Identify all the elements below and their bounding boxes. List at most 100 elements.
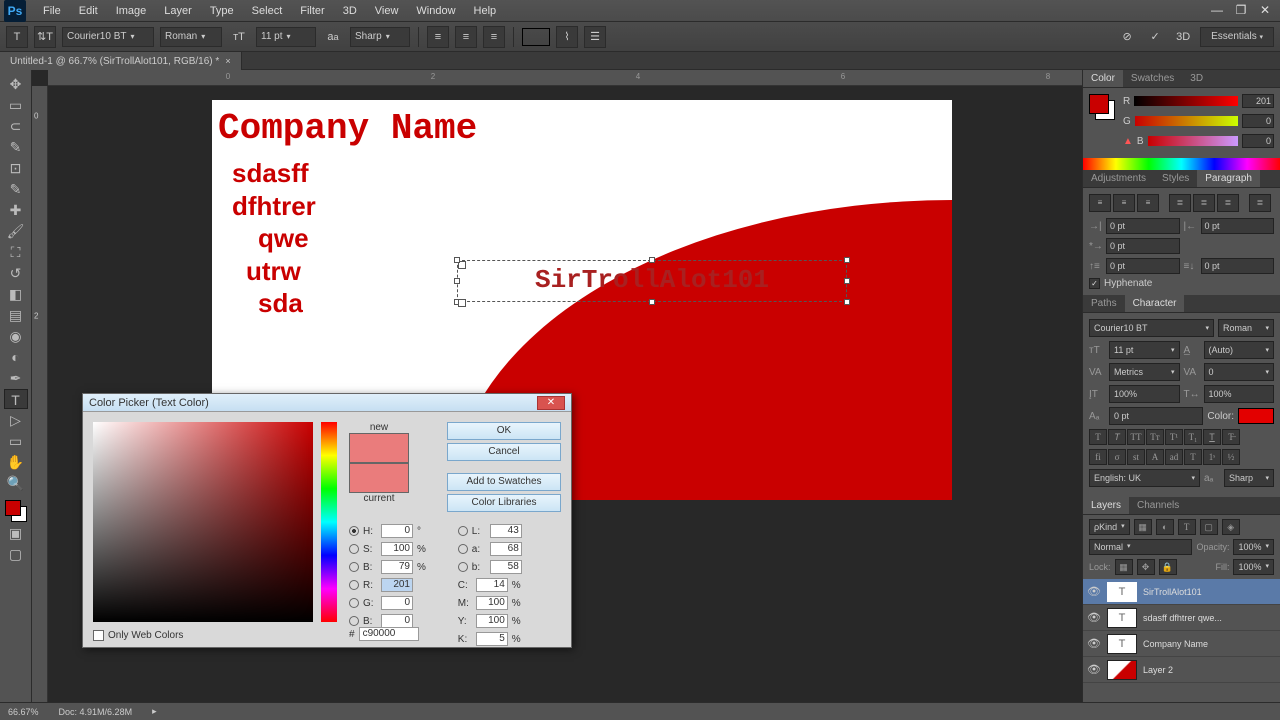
color-libraries-button[interactable]: Color Libraries <box>447 494 561 512</box>
hex-field[interactable]: c90000 <box>359 627 419 641</box>
c-field[interactable]: 14 <box>476 578 508 592</box>
text-color-swatch[interactable] <box>522 28 550 46</box>
menu-help[interactable]: Help <box>465 0 506 22</box>
faux-bold-btn[interactable]: T <box>1089 429 1107 445</box>
filter-type-icon[interactable]: T <box>1178 519 1196 535</box>
align-center-button[interactable]: ≡ <box>455 26 477 48</box>
quick-select-tool[interactable]: ✎ <box>4 137 28 157</box>
s-radio[interactable] <box>349 544 359 554</box>
char-tracking-select[interactable]: 0▾ <box>1204 363 1275 381</box>
char-vscale-field[interactable]: 100% <box>1109 385 1180 403</box>
quick-mask-button[interactable]: ▣ <box>4 523 28 543</box>
paths-tab[interactable]: Paths <box>1083 295 1125 312</box>
pen-tool[interactable]: ✒ <box>4 368 28 388</box>
subscript-btn[interactable]: T₁ <box>1184 429 1202 445</box>
text-bounding-box[interactable]: SirTrollAlot101 <box>457 260 847 302</box>
g-field[interactable]: 0 <box>381 596 413 610</box>
font-style-select[interactable]: Roman▾ <box>160 27 222 47</box>
channels-tab[interactable]: Channels <box>1129 497 1187 514</box>
ot-half-btn[interactable]: ½ <box>1222 449 1240 465</box>
paragraph-tab[interactable]: Paragraph <box>1197 170 1260 187</box>
layers-tab[interactable]: Layers <box>1083 497 1129 514</box>
y-field[interactable]: 100 <box>476 614 508 628</box>
shape-tool[interactable]: ▭ <box>4 431 28 451</box>
layer-row-sirtrollalot[interactable]: 👁 T SirTrollAlot101 <box>1083 579 1280 605</box>
menu-file[interactable]: File <box>34 0 70 22</box>
3d-tab[interactable]: 3D <box>1182 70 1211 87</box>
s-field[interactable]: 100 <box>381 542 413 556</box>
g-slider[interactable] <box>1135 116 1238 126</box>
indent-right-field[interactable]: 0 pt <box>1201 218 1275 234</box>
eraser-tool[interactable]: ◧ <box>4 284 28 304</box>
space-after-field[interactable]: 0 pt <box>1201 258 1275 274</box>
b-value[interactable]: 0 <box>1242 134 1274 148</box>
h-radio[interactable] <box>349 526 359 536</box>
blend-mode-select[interactable]: Normal▾ <box>1089 539 1192 555</box>
char-size-select[interactable]: 11 pt▾ <box>1109 341 1180 359</box>
menu-select[interactable]: Select <box>243 0 292 22</box>
spectrum-bar[interactable] <box>1083 158 1280 170</box>
ok-button[interactable]: OK <box>447 422 561 440</box>
faux-italic-btn[interactable]: T <box>1108 429 1126 445</box>
para-align-left[interactable]: ≡ <box>1089 194 1111 212</box>
para-align-right[interactable]: ≡ <box>1137 194 1159 212</box>
para-justify-center[interactable]: ≣ <box>1193 194 1215 212</box>
m-field[interactable]: 100 <box>476 596 508 610</box>
char-kerning-select[interactable]: Metrics▾ <box>1109 363 1180 381</box>
b-slider[interactable] <box>1148 136 1238 146</box>
font-family-select[interactable]: Courier10 BT▾ <box>62 27 154 47</box>
para-justify-left[interactable]: ≣ <box>1169 194 1191 212</box>
layer-row-layer2[interactable]: 👁 Layer 2 <box>1083 657 1280 683</box>
font-size-select[interactable]: 11 pt▾ <box>256 27 316 47</box>
align-right-button[interactable]: ≡ <box>483 26 505 48</box>
char-font-select[interactable]: Courier10 BT▾ <box>1089 319 1214 337</box>
r-slider[interactable] <box>1134 96 1238 106</box>
indent-left-field[interactable]: 0 pt <box>1106 218 1180 234</box>
dialog-title-bar[interactable]: Color Picker (Text Color) ✕ <box>83 394 571 412</box>
cancel-edits-icon[interactable]: ⊘ <box>1116 26 1138 48</box>
menu-edit[interactable]: Edit <box>70 0 107 22</box>
visibility-icon[interactable]: 👁 <box>1087 611 1101 624</box>
indent-first-field[interactable]: 0 pt <box>1106 238 1180 254</box>
g-radio[interactable] <box>349 598 359 608</box>
window-restore-button[interactable]: ❐ <box>1230 2 1252 20</box>
layer-row-body[interactable]: 👁 T sdasff dfhtrer qwe... <box>1083 605 1280 631</box>
3d-icon[interactable]: 3D <box>1172 26 1194 48</box>
close-tab-icon[interactable]: × <box>225 56 230 66</box>
r-radio[interactable] <box>349 580 359 590</box>
g-value[interactable]: 0 <box>1242 114 1274 128</box>
healing-tool[interactable]: ✚ <box>4 200 28 220</box>
ot-titling-btn[interactable]: T <box>1184 449 1202 465</box>
all-caps-btn[interactable]: TT <box>1127 429 1145 445</box>
char-leading-select[interactable]: (Auto)▾ <box>1204 341 1275 359</box>
ot-ord-btn[interactable]: A <box>1146 449 1164 465</box>
small-caps-btn[interactable]: Tᴛ <box>1146 429 1164 445</box>
b2-radio[interactable] <box>458 562 468 572</box>
panel-fg-bg-swatch[interactable] <box>1089 94 1115 120</box>
color-field[interactable] <box>93 422 313 622</box>
fill-select[interactable]: 100%▾ <box>1233 559 1274 575</box>
filter-adj-icon[interactable]: ◐ <box>1156 519 1174 535</box>
menu-layer[interactable]: Layer <box>155 0 201 22</box>
ot-1st-btn[interactable]: 1ˢ <box>1203 449 1221 465</box>
char-panel-button[interactable]: ☰ <box>584 26 606 48</box>
menu-type[interactable]: Type <box>201 0 243 22</box>
lock-all-icon[interactable]: 🔒 <box>1159 559 1177 575</box>
char-hscale-field[interactable]: 100% <box>1204 385 1275 403</box>
warp-text-button[interactable]: ⌇ <box>556 26 578 48</box>
h-field[interactable]: 0 <box>381 524 413 538</box>
eyedropper-tool[interactable]: ✎ <box>4 179 28 199</box>
screen-mode-button[interactable]: ▢ <box>4 544 28 564</box>
r-field[interactable]: 201 <box>381 578 413 592</box>
stamp-tool[interactable]: ⛶ <box>4 242 28 262</box>
l-field[interactable]: 43 <box>490 524 522 538</box>
a-field[interactable]: 68 <box>490 542 522 556</box>
strikethrough-btn[interactable]: T̶ <box>1222 429 1240 445</box>
color-picker-dialog[interactable]: Color Picker (Text Color) ✕ new current … <box>82 393 572 648</box>
para-justify-all[interactable]: ≣ <box>1249 194 1271 212</box>
para-justify-right[interactable]: ≣ <box>1217 194 1239 212</box>
char-lang-select[interactable]: English: UK▾ <box>1089 469 1200 487</box>
char-color-swatch[interactable] <box>1238 408 1274 424</box>
char-baseline-field[interactable]: 0 pt <box>1109 407 1203 425</box>
workspace-select[interactable]: Essentials ▾ <box>1200 27 1274 47</box>
